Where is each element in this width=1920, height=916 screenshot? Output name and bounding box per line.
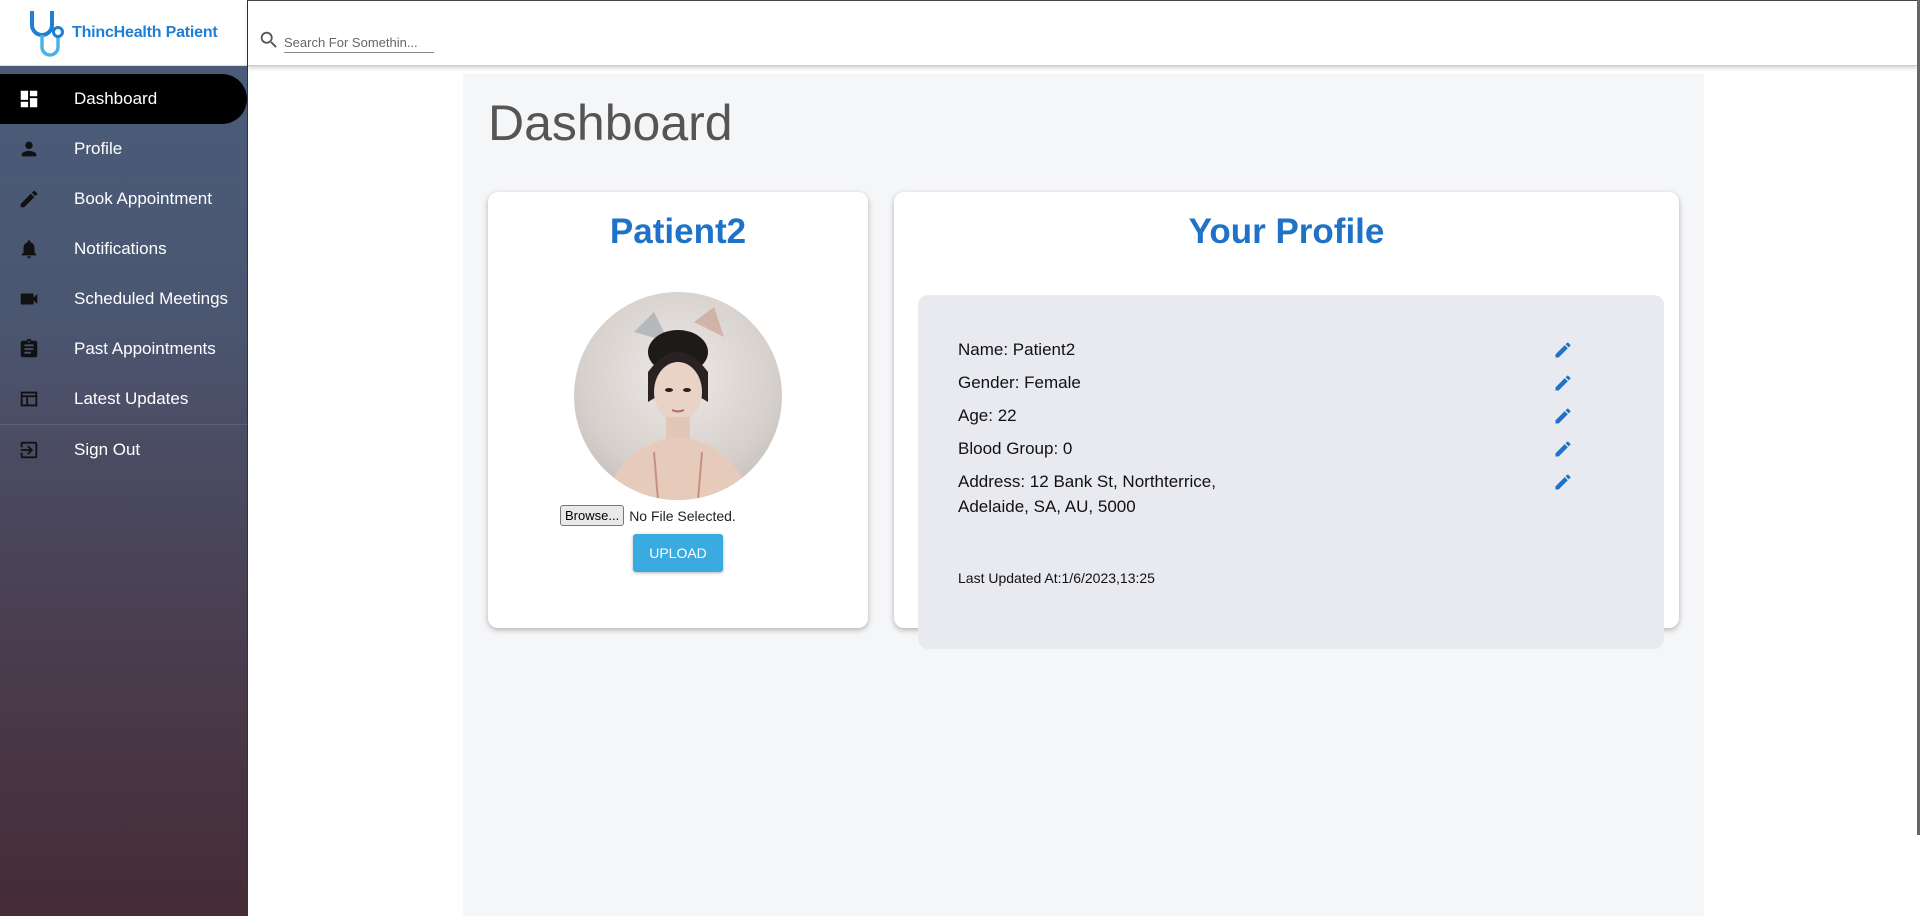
sidebar-item-label: Latest Updates xyxy=(74,389,189,408)
last-updated: Last Updated At:1/6/2023,13:25 xyxy=(958,570,1155,586)
sidebar-item-notifications[interactable]: Notifications xyxy=(0,224,247,274)
file-picker: Browse... No File Selected. xyxy=(560,505,736,526)
dashboard-icon xyxy=(18,88,40,110)
sidebar-item-label: Scheduled Meetings xyxy=(74,289,229,308)
search-input[interactable] xyxy=(284,32,434,53)
profile-field-address: Address: 12 Bank St, Northterrice, Adela… xyxy=(958,469,1216,519)
profile-details: Name: Patient2 Gender: Female Age: 22 Bl… xyxy=(918,295,1664,649)
top-bar xyxy=(248,0,1917,66)
profile-card-title: Your Profile xyxy=(1188,212,1385,251)
upload-button[interactable]: UPLOAD xyxy=(633,534,723,572)
sidebar-item-label: Profile xyxy=(74,139,123,158)
sidebar-item-book-appointment[interactable]: Book Appointment xyxy=(0,174,247,224)
page-title: Dashboard xyxy=(488,95,733,151)
file-status: No File Selected. xyxy=(629,507,736,524)
profile-field-gender: Gender: Female xyxy=(958,373,1081,392)
sidebar-item-past-appointments[interactable]: Past Appointments xyxy=(0,324,247,374)
sidebar: ThincHealth Patient Dashboard Profile Bo… xyxy=(0,0,248,916)
bell-icon xyxy=(18,238,40,260)
edit-age-pencil-icon[interactable] xyxy=(1553,406,1575,428)
avatar xyxy=(574,292,782,500)
edit-name-pencil-icon[interactable] xyxy=(1553,340,1575,362)
person-icon xyxy=(18,138,40,160)
sidebar-item-latest-updates[interactable]: Latest Updates xyxy=(0,374,247,424)
profile-field-blood-group: Blood Group: 0 xyxy=(958,439,1073,458)
logout-icon xyxy=(18,439,40,461)
brand-name: ThincHealth Patient xyxy=(72,23,218,41)
sidebar-item-label: Sign Out xyxy=(74,440,141,459)
search-bar xyxy=(258,29,434,56)
sidebar-item-profile[interactable]: Profile xyxy=(0,124,247,174)
address-line-1: Address: 12 Bank St, Northterrice, xyxy=(958,472,1216,491)
sidebar-item-scheduled-meetings[interactable]: Scheduled Meetings xyxy=(0,274,247,324)
sidebar-item-dashboard[interactable]: Dashboard xyxy=(0,74,247,124)
sidebar-nav: Dashboard Profile Book Appointment Notif… xyxy=(0,74,247,475)
clipboard-icon xyxy=(18,338,40,360)
sidebar-item-label: Book Appointment xyxy=(74,189,212,208)
patient-card: Patient2 Browse... No File Selected. UPL… xyxy=(488,192,868,628)
edit-blood-group-pencil-icon[interactable] xyxy=(1553,439,1575,461)
table-layout-icon xyxy=(18,388,40,410)
brand[interactable]: ThincHealth Patient xyxy=(0,0,247,66)
address-line-2: Adelaide, SA, AU, 5000 xyxy=(958,497,1136,516)
sidebar-item-sign-out[interactable]: Sign Out xyxy=(0,424,247,475)
sidebar-item-label: Notifications xyxy=(74,239,167,258)
pencil-icon xyxy=(18,188,40,210)
profile-field-age: Age: 22 xyxy=(958,406,1017,425)
edit-address-pencil-icon[interactable] xyxy=(1553,472,1575,494)
avatar-photo xyxy=(604,307,752,500)
patient-name: Patient2 xyxy=(609,212,747,251)
search-icon[interactable] xyxy=(258,29,280,56)
edit-gender-pencil-icon[interactable] xyxy=(1553,373,1575,395)
sidebar-item-label: Dashboard xyxy=(74,89,158,108)
sidebar-item-label: Past Appointments xyxy=(74,339,216,358)
stethoscope-logo-icon xyxy=(30,10,64,57)
video-camera-icon xyxy=(18,288,40,310)
browse-button[interactable]: Browse... xyxy=(560,505,625,526)
profile-field-name: Name: Patient2 xyxy=(958,340,1076,359)
